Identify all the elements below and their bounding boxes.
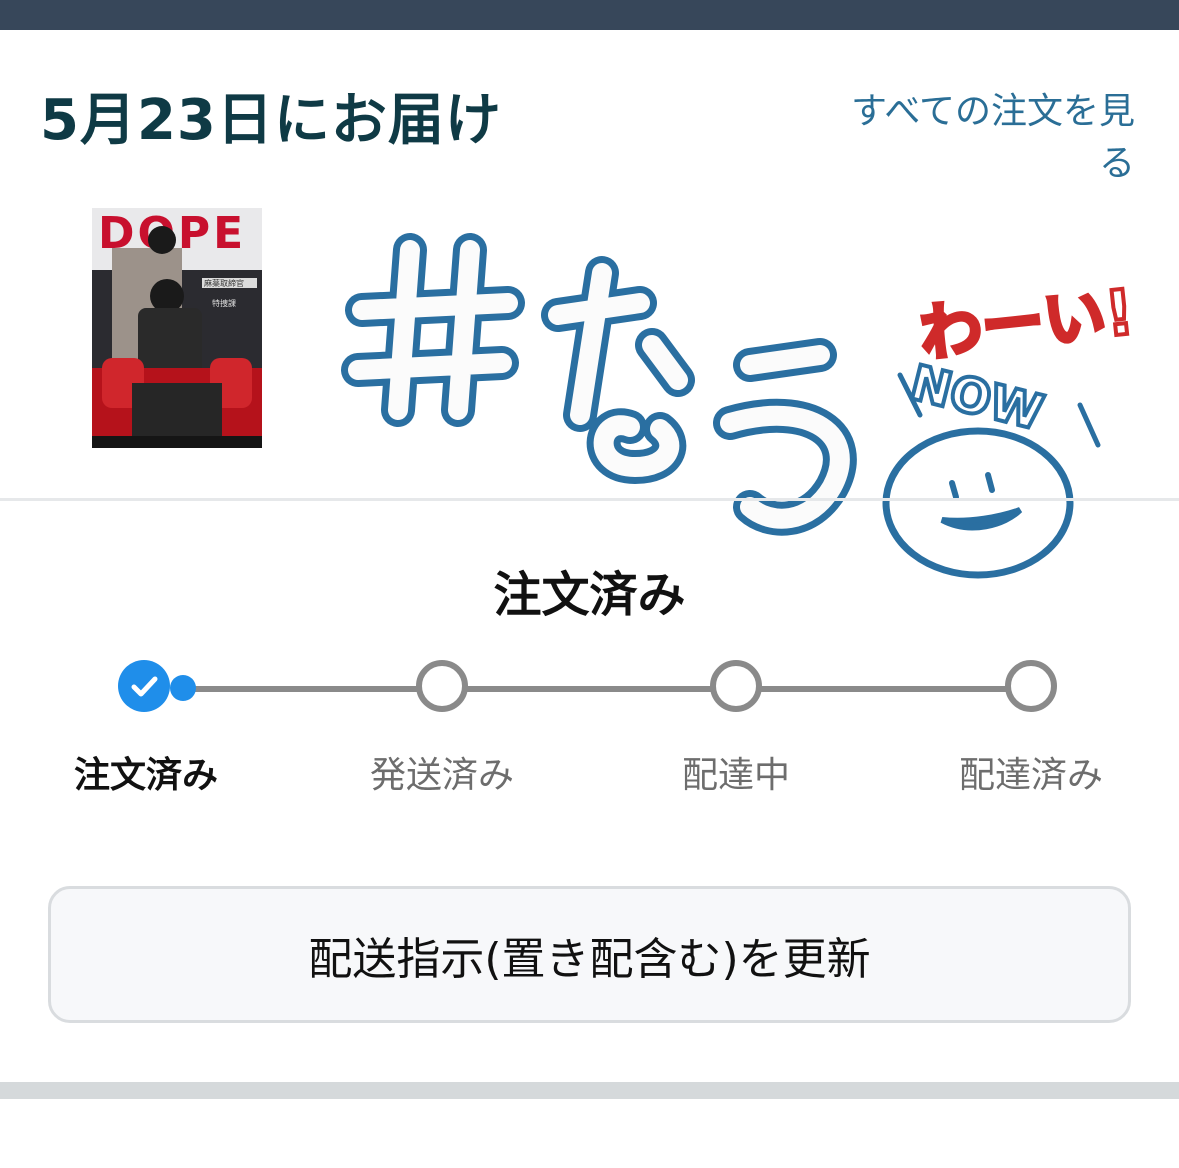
progress-start-nub bbox=[170, 675, 196, 701]
section-divider bbox=[0, 498, 1179, 501]
step-shipped-circle bbox=[416, 660, 468, 712]
sticker-exclaim-text: わーい! bbox=[917, 275, 1138, 370]
book-cover-image: DOPE 麻薬取締官 特捜課 bbox=[92, 208, 262, 448]
step-delivered-label: 配達済み bbox=[958, 755, 1103, 796]
progress-track-segment-2 bbox=[442, 686, 736, 692]
step-shipped-label: 発送済み bbox=[369, 755, 514, 796]
product-thumbnail[interactable]: DOPE 麻薬取締官 特捜課 bbox=[92, 208, 262, 448]
now-sticker: NOW わーい! bbox=[341, 233, 1139, 579]
order-status-heading: 注文済み bbox=[493, 567, 686, 623]
update-delivery-instructions-button[interactable]: 配送指示(置き配含む)を更新 bbox=[48, 886, 1131, 1023]
step-in-transit-label: 配達中 bbox=[681, 755, 790, 796]
top-bar bbox=[0, 0, 1179, 30]
view-all-orders-link[interactable]: すべての注文を見る bbox=[815, 86, 1135, 190]
step-ordered-label: 注文済み bbox=[73, 755, 218, 796]
progress-track-segment-3 bbox=[736, 686, 1030, 692]
step-ordered-circle bbox=[118, 660, 170, 712]
checkmark-icon bbox=[131, 676, 158, 697]
cover-subtitle-1: 麻薬取締官 bbox=[204, 278, 244, 288]
progress-track-segment-1 bbox=[178, 686, 442, 692]
delivery-date-title: 5月23日にお届け bbox=[40, 88, 502, 153]
step-in-transit-circle bbox=[710, 660, 762, 712]
step-delivered-circle bbox=[1005, 660, 1057, 712]
cover-subtitle-2: 特捜課 bbox=[212, 298, 236, 308]
section-separator bbox=[0, 1082, 1179, 1099]
